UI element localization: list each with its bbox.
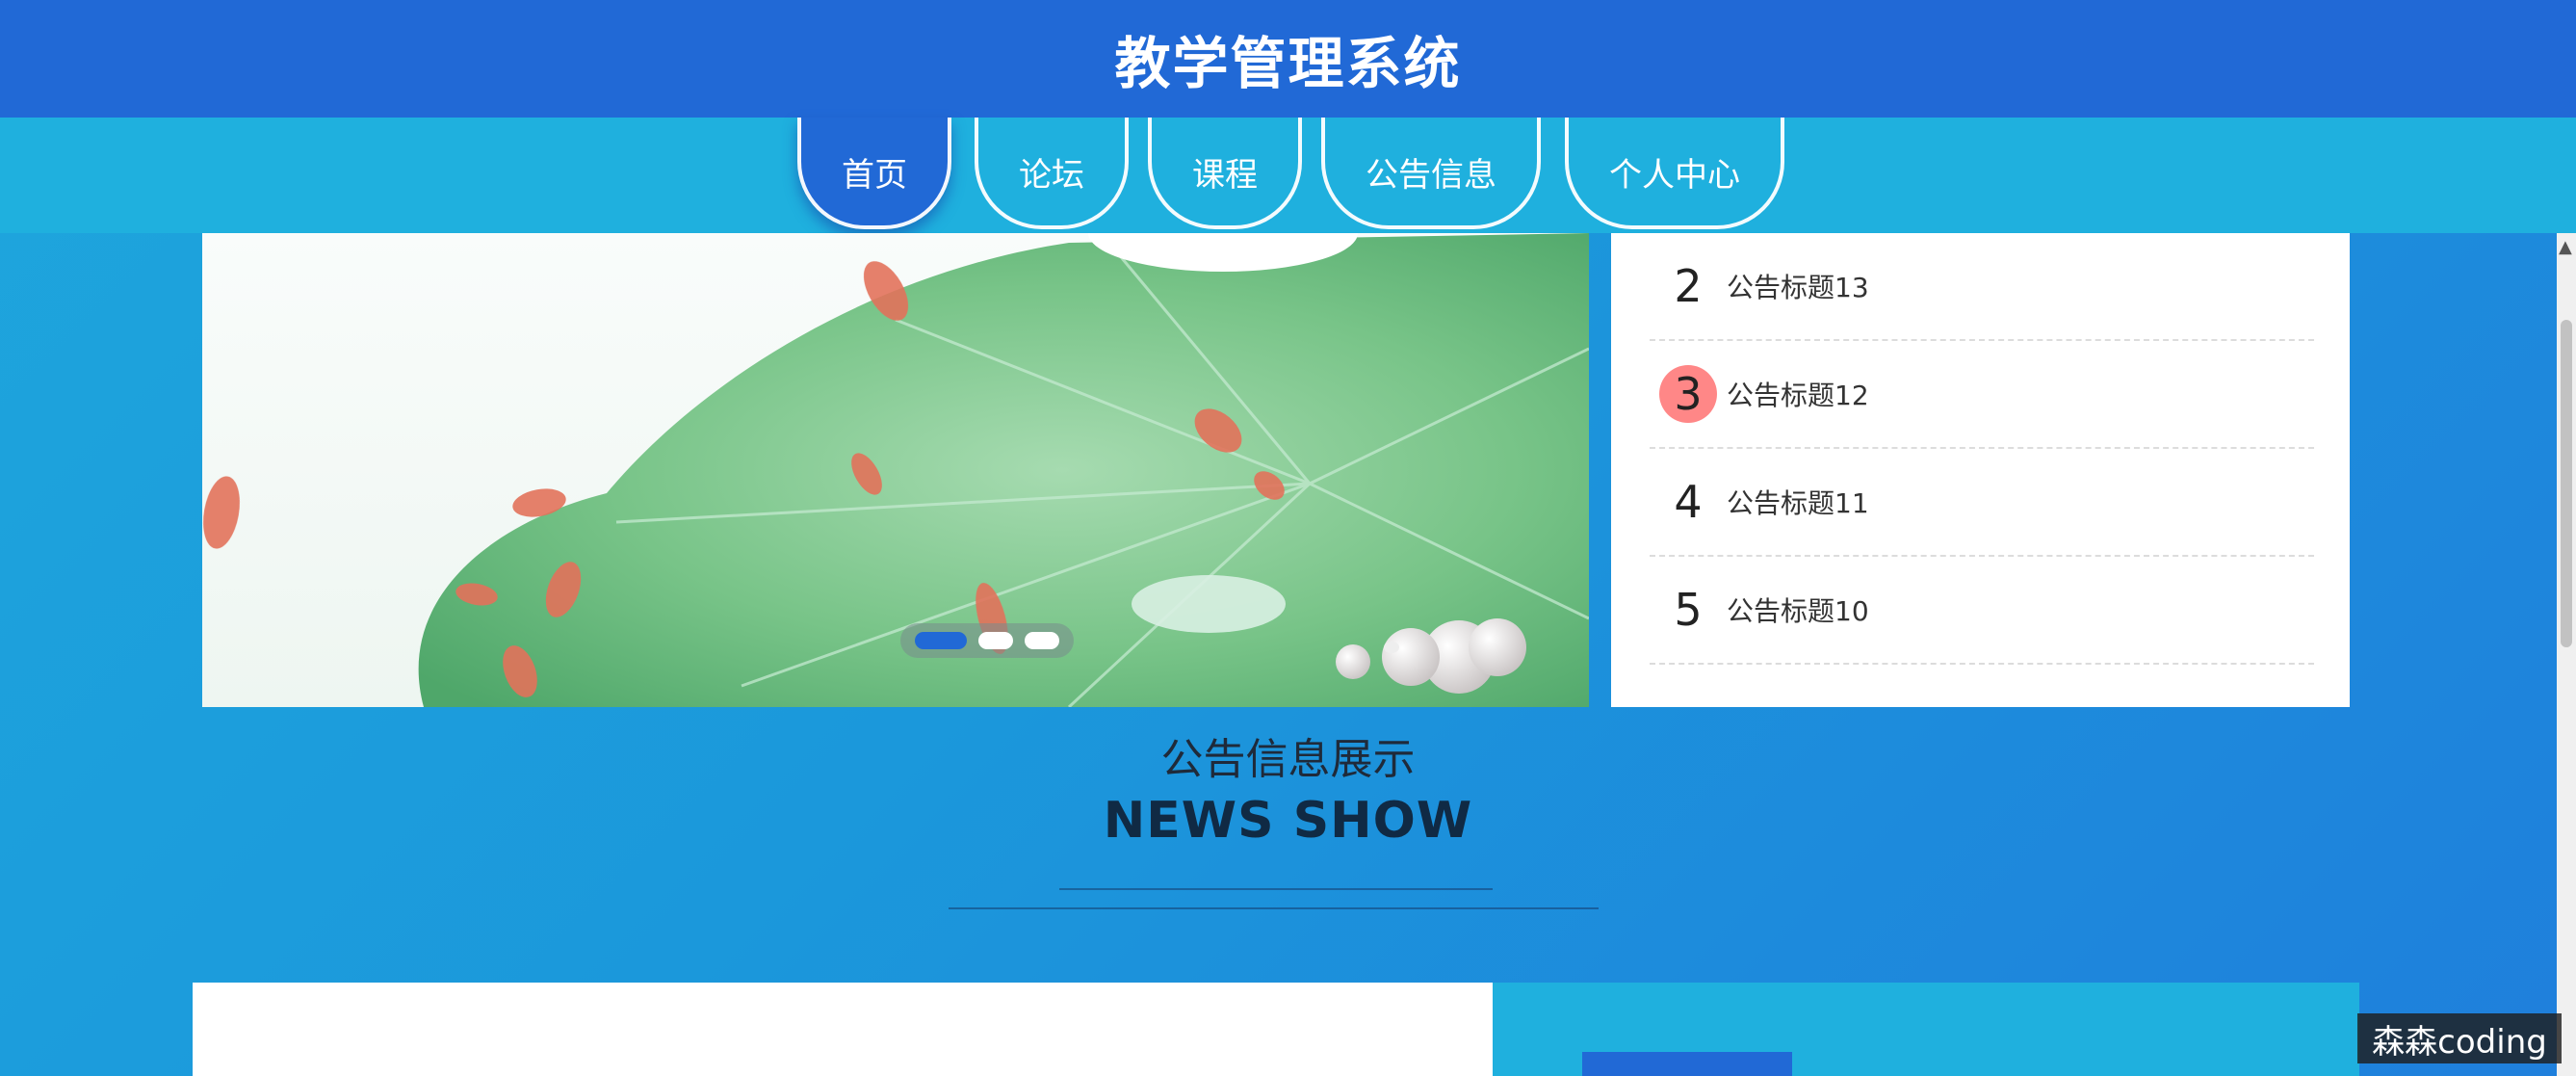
carousel-indicators [900, 623, 1074, 658]
carousel-dot[interactable] [915, 632, 967, 649]
nav-item-forum[interactable]: 论坛 [975, 118, 1129, 229]
notice-number: 5 [1674, 584, 1703, 636]
notice-item[interactable]: 4 公告标题11 [1650, 449, 2314, 557]
notice-number: 4 [1674, 476, 1703, 528]
section-divider [1059, 888, 1493, 890]
nav-item-label: 个人中心 [1609, 155, 1740, 195]
lotus-leaf-image [203, 233, 1589, 707]
watermark: 森森coding [2357, 1013, 2562, 1063]
notice-title[interactable]: 公告标题13 [1727, 267, 1869, 305]
scroll-thumb[interactable] [2561, 320, 2572, 647]
nav-item-profile[interactable]: 个人中心 [1565, 118, 1784, 229]
carousel-dot[interactable] [978, 632, 1013, 649]
notice-title[interactable]: 公告标题10 [1727, 590, 1869, 629]
notice-title[interactable]: 公告标题12 [1727, 375, 1869, 413]
notice-title[interactable]: 公告标题11 [1727, 483, 1869, 521]
scroll-up-icon[interactable]: ▲ [2559, 237, 2572, 257]
main-area: 2 公告标题13 3 公告标题12 4 公告标题11 5 公告标题10 [202, 233, 2350, 707]
section-title-en: NEWS SHOW [1103, 792, 1473, 850]
carousel-dot[interactable] [1025, 632, 1059, 649]
scrollbar[interactable]: ▲ [2557, 233, 2576, 1076]
nav-item-label: 首页 [842, 155, 907, 195]
nav-item-label: 公告信息 [1366, 155, 1496, 195]
news-panel [193, 983, 1493, 1076]
header-bar: 教学管理系统 [0, 0, 2576, 118]
nav-item-label: 论坛 [1019, 155, 1084, 195]
main-nav: 首页 论坛 课程 公告信息 个人中心 [0, 118, 2576, 233]
nav-item-home[interactable]: 首页 [797, 118, 951, 229]
notice-number: 3 [1674, 368, 1703, 420]
site-title: 教学管理系统 [1114, 31, 1462, 96]
notice-list: 2 公告标题13 3 公告标题12 4 公告标题11 5 公告标题10 [1611, 233, 2350, 707]
nav-item-label: 课程 [1192, 155, 1258, 195]
news-button[interactable] [1582, 1052, 1792, 1076]
notice-item[interactable]: 2 公告标题13 [1650, 233, 2314, 341]
nav-item-announcements[interactable]: 公告信息 [1321, 118, 1541, 229]
section-title-cn: 公告信息展示 [1160, 735, 1416, 784]
banner-carousel[interactable] [202, 233, 1589, 707]
section-divider [949, 907, 1599, 909]
nav-item-courses[interactable]: 课程 [1148, 118, 1302, 229]
notice-item[interactable]: 5 公告标题10 [1650, 557, 2314, 665]
notice-item[interactable]: 3 公告标题12 [1650, 341, 2314, 449]
notice-number: 2 [1674, 260, 1703, 312]
